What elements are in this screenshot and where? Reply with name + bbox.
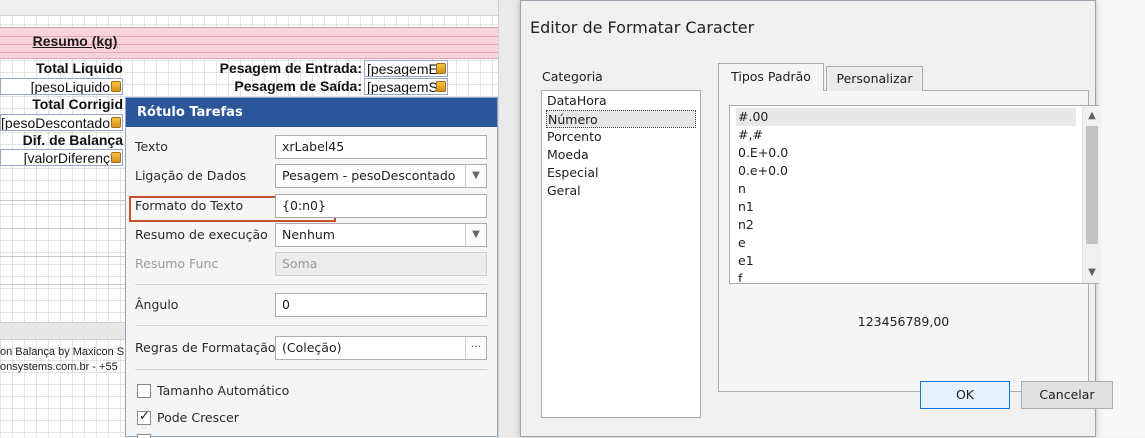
resumo-execucao-label: Resumo de execução — [135, 227, 268, 242]
format-list-scrollbar[interactable]: ▲ ▼ — [1082, 106, 1100, 283]
resumo-func-label: Resumo Func — [135, 256, 219, 271]
database-icon — [111, 81, 121, 92]
format-item[interactable]: n1 — [736, 198, 1076, 216]
resumo-execucao-value: Nenhum — [282, 227, 335, 242]
pesagem-entrada-text: [pesagemE — [367, 61, 438, 77]
ellipsis-button[interactable]: ··· — [465, 337, 486, 359]
band-line — [0, 52, 498, 53]
tamanho-automatico-checkbox[interactable] — [137, 384, 151, 398]
format-item[interactable]: 0.E+0.0 — [736, 144, 1076, 162]
ok-button[interactable]: OK — [920, 381, 1010, 409]
format-item[interactable]: e1 — [736, 252, 1076, 270]
categoria-label: Categoria — [542, 69, 603, 84]
pesagem-saida-label[interactable]: Pesagem de Saída: — [176, 78, 362, 95]
peso-liquido-text: [pesoLiquido — [30, 79, 110, 95]
resumo-title[interactable]: Resumo (kg) — [0, 33, 150, 49]
format-item[interactable]: n2 — [736, 216, 1076, 234]
label-tasks-panel: Rótulo Tarefas Texto xrLabel45 Ligação d… — [125, 97, 498, 438]
band-divider — [0, 284, 125, 285]
pode-crescer-label[interactable]: Pode Crescer — [157, 410, 239, 425]
pesagem-entrada-label[interactable]: Pesagem de Entrada: — [176, 60, 362, 77]
valor-diferenca-text: [valorDiferenç — [23, 150, 110, 166]
formato-texto-input[interactable]: {0:n0} — [275, 194, 487, 218]
category-item[interactable]: Especial — [546, 164, 696, 182]
database-icon — [111, 152, 121, 163]
category-item[interactable]: Geral — [546, 182, 696, 200]
ligacao-dados-combo[interactable]: Pesagem - pesoDescontado ▼ — [275, 164, 487, 188]
chevron-down-icon[interactable]: ▼ — [1083, 265, 1101, 281]
scrollbar-thumb[interactable] — [1086, 126, 1098, 244]
database-icon — [436, 81, 446, 92]
database-icon — [111, 117, 121, 128]
peso-liquido-field[interactable]: [pesoLiquido — [0, 78, 123, 95]
designer-margin-strip — [498, 0, 520, 437]
regras-formatacao-label: Regras de Formatação — [135, 340, 276, 355]
chevron-up-icon[interactable]: ▲ — [1083, 108, 1101, 124]
band-divider — [0, 228, 125, 229]
format-item[interactable]: 0.e+0.0 — [736, 162, 1076, 180]
tab-personalizar[interactable]: Personalizar — [826, 66, 923, 91]
panel-separator — [135, 369, 487, 370]
format-editor-dialog: Editor de Formatar Caracter Categoria Da… — [520, 0, 1113, 437]
texto-input[interactable]: xrLabel45 — [275, 135, 487, 159]
regras-formatacao-input[interactable]: (Coleção) ··· — [275, 336, 487, 360]
dialog-title: Editor de Formatar Caracter — [530, 18, 755, 37]
format-item-selected[interactable]: #.00 — [736, 108, 1076, 126]
chevron-down-icon[interactable]: ▼ — [465, 224, 486, 246]
peso-descontado-text: [pesoDescontado — [1, 115, 110, 131]
category-item[interactable]: Porcento — [546, 128, 696, 146]
ligacao-dados-label: Ligação de Dados — [135, 168, 247, 183]
footer-company-label[interactable]: on Balança by Maxicon S — [0, 346, 124, 358]
designer-right-strip — [1095, 0, 1145, 437]
total-liquido-label[interactable]: Total Liquido — [0, 60, 123, 77]
format-list[interactable]: #.00 #,# 0.E+0.0 0.e+0.0 n n1 n2 e e1 f … — [729, 105, 1100, 284]
database-icon — [436, 63, 446, 74]
pesagem-saida-field[interactable]: [pesagemS — [364, 78, 448, 95]
format-item[interactable]: n — [736, 180, 1076, 198]
category-item[interactable]: Moeda — [546, 146, 696, 164]
angulo-label: Ângulo — [135, 297, 179, 312]
format-item[interactable]: #,# — [736, 126, 1076, 144]
panel-separator — [135, 284, 487, 285]
resumo-func-input: Soma — [275, 252, 487, 276]
format-preview: 123456789,00 — [857, 314, 950, 329]
chevron-down-icon[interactable]: ▼ — [465, 165, 486, 187]
cancel-button[interactable]: Cancelar — [1021, 381, 1113, 409]
panel-separator — [135, 325, 487, 326]
next-checkbox[interactable] — [137, 434, 151, 438]
total-corrigido-label[interactable]: Total Corrigid — [0, 96, 123, 113]
band-divider — [0, 256, 125, 257]
peso-descontado-field[interactable]: [pesoDescontado — [0, 114, 123, 131]
ligacao-dados-value: Pesagem - pesoDescontado — [282, 168, 456, 183]
category-item-selected[interactable]: Número — [546, 110, 696, 128]
page-footer-band-header[interactable] — [0, 322, 125, 340]
category-item[interactable]: DataHora — [546, 92, 696, 110]
tab-tipos-padrao[interactable]: Tipos Padrão — [718, 63, 824, 91]
formato-texto-label: Formato do Texto — [135, 198, 244, 213]
pesagem-entrada-field[interactable]: [pesagemE — [364, 60, 448, 77]
valor-diferenca-field[interactable]: [valorDiferenç — [0, 149, 123, 166]
pode-crescer-checkbox[interactable] — [137, 409, 151, 425]
tasks-panel-title: Rótulo Tarefas — [126, 98, 497, 127]
regras-formatacao-value: (Coleção) — [282, 340, 342, 355]
format-item[interactable]: e — [736, 234, 1076, 252]
resumo-execucao-combo[interactable]: Nenhum ▼ — [275, 223, 487, 247]
angulo-input[interactable]: 0 — [275, 293, 487, 317]
dif-balanca-label[interactable]: Dif. de Balança — [0, 132, 123, 149]
band-divider — [0, 200, 125, 201]
pesagem-saida-text: [pesagemS — [367, 79, 438, 95]
category-list[interactable]: DataHora Número Porcento Moeda Especial … — [541, 90, 701, 418]
footer-site-label[interactable]: onsystems.com.br - +55 — [0, 361, 118, 373]
tamanho-automatico-label[interactable]: Tamanho Automático — [157, 383, 289, 398]
texto-label: Texto — [135, 139, 168, 154]
format-item[interactable]: f — [736, 270, 1076, 282]
